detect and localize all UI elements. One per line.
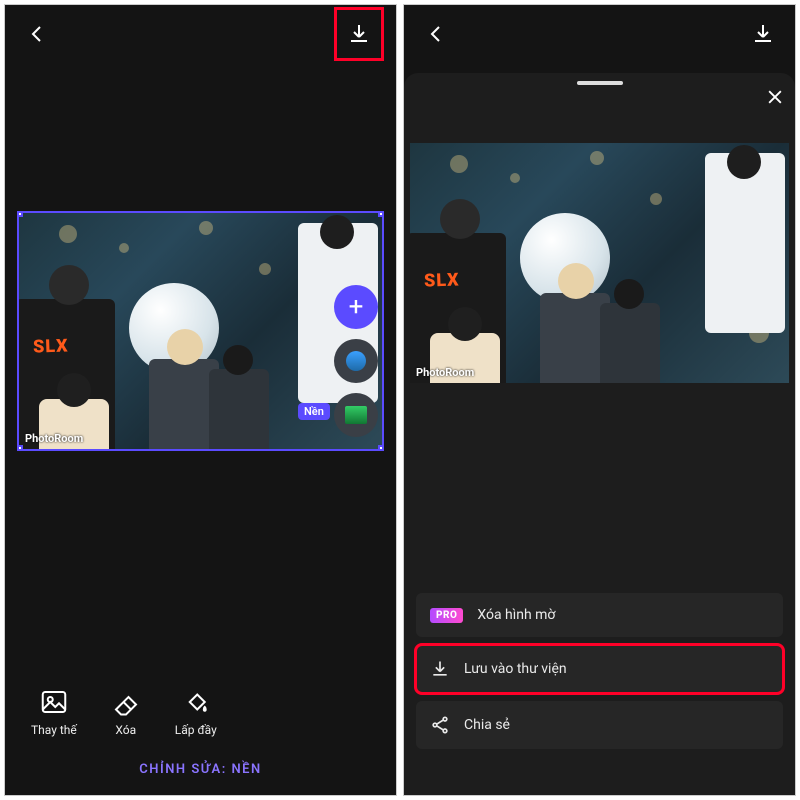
- layer-controls: + Nền: [334, 285, 378, 437]
- editing-mode-label: CHỈNH SỬA: NỀN: [5, 762, 396, 777]
- tool-label: Thay thế: [31, 723, 77, 737]
- download-highlight: [334, 7, 384, 61]
- pro-badge: PRO: [430, 608, 463, 623]
- share-option[interactable]: Chia sẻ: [416, 701, 783, 749]
- preview-area: SLX PhotoRoom: [410, 143, 789, 383]
- download-icon: [347, 22, 371, 46]
- option-label: Lưu vào thư viện: [464, 661, 567, 677]
- remove-watermark-option[interactable]: PRO Xóa hình mờ: [416, 593, 783, 637]
- photo-preview: SLX PhotoRoom: [410, 143, 789, 383]
- sheet-drag-handle[interactable]: [577, 81, 623, 85]
- back-button[interactable]: [416, 14, 456, 54]
- background-layer-button[interactable]: Nền: [334, 393, 378, 437]
- back-button[interactable]: [17, 14, 57, 54]
- editor-screen: SLX PhotoRoom + Nền Thay thế Xóa: [4, 4, 397, 796]
- close-sheet-button[interactable]: [765, 87, 785, 111]
- add-layer-button[interactable]: +: [334, 285, 378, 329]
- watermark-text: PhotoRoom: [25, 432, 83, 445]
- eraser-icon: [111, 687, 141, 717]
- arrow-left-icon: [424, 22, 448, 46]
- selection-handle[interactable]: [378, 445, 384, 451]
- export-sheet: SLX PhotoRoom PRO Xóa hình mờ Lưu vào th…: [404, 73, 795, 795]
- download-button[interactable]: [743, 14, 783, 54]
- fill-icon: [181, 687, 211, 717]
- image-icon: [39, 687, 69, 717]
- option-label: Xóa hình mờ: [477, 607, 555, 623]
- background-layer-tag: Nền: [298, 403, 330, 420]
- download-button[interactable]: [339, 14, 379, 54]
- arrow-left-icon: [25, 22, 49, 46]
- share-icon: [430, 715, 450, 735]
- selection-handle[interactable]: [17, 445, 23, 451]
- tool-label: Xóa: [115, 723, 136, 737]
- download-icon: [751, 22, 775, 46]
- bottom-toolbar: Thay thế Xóa Lấp đầy: [5, 687, 396, 737]
- save-to-library-option[interactable]: Lưu vào thư viện: [416, 645, 783, 693]
- option-label: Chia sẻ: [464, 717, 510, 733]
- tool-label: Lấp đầy: [175, 723, 217, 737]
- topbar: [5, 5, 396, 63]
- selection-handle[interactable]: [17, 211, 23, 217]
- export-options: PRO Xóa hình mờ Lưu vào thư viện Chia sẻ: [416, 593, 783, 749]
- close-icon: [765, 87, 785, 107]
- erase-tool[interactable]: Xóa: [111, 687, 141, 737]
- subject-icon: [346, 351, 366, 371]
- topbar: [404, 5, 795, 63]
- fill-tool[interactable]: Lấp đầy: [175, 687, 217, 737]
- shirt-logo: SLX: [33, 335, 69, 357]
- export-screen: SLX PhotoRoom PRO Xóa hình mờ Lưu vào th…: [403, 4, 796, 796]
- download-icon: [430, 659, 450, 679]
- plus-icon: +: [349, 292, 364, 322]
- selection-handle[interactable]: [378, 211, 384, 217]
- shirt-logo: SLX: [424, 269, 460, 291]
- subject-layer-button[interactable]: [334, 339, 378, 383]
- replace-tool[interactable]: Thay thế: [31, 687, 77, 737]
- background-icon: [345, 406, 367, 424]
- watermark-text: PhotoRoom: [416, 366, 474, 379]
